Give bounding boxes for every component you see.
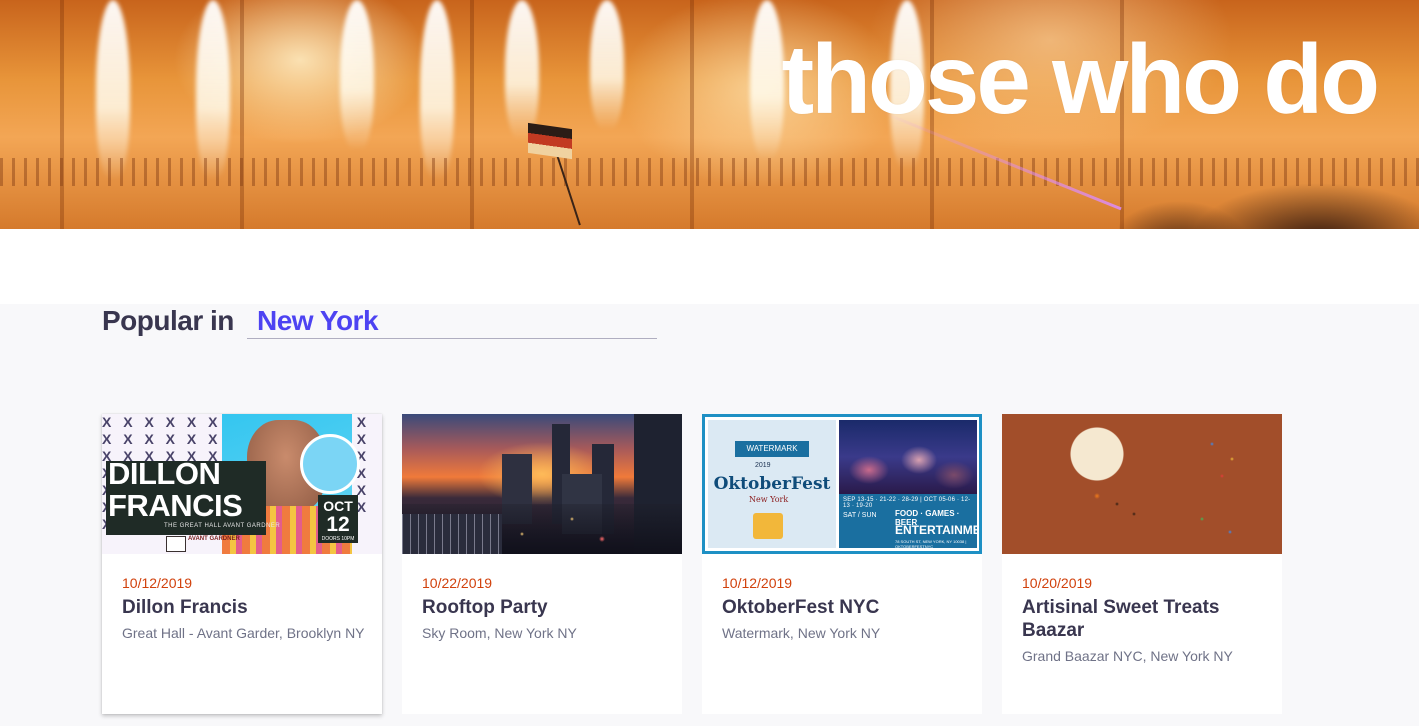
poster-artist-name: DILLON FRANCIS (108, 456, 243, 523)
event-image[interactable] (1002, 414, 1282, 554)
popular-label: Popular in (102, 305, 234, 336)
event-card[interactable]: WATERMARK 2019 OktoberFest New York SEP … (702, 414, 982, 714)
event-venue: Great Hall - Avant Garder, Brooklyn NY (122, 625, 365, 641)
event-venue: Sky Room, New York NY (422, 625, 577, 641)
smiley-icon (300, 434, 360, 494)
event-card[interactable]: 10/20/2019 Artisinal Sweet Treats Baazar… (1002, 414, 1282, 714)
event-image[interactable]: WATERMARK 2019 OktoberFest New York SEP … (702, 414, 982, 554)
event-card[interactable]: X X X X X X X X X X X X X X X X X X X X … (102, 414, 382, 714)
crowd-photo (839, 420, 977, 494)
event-date: 10/12/2019 (722, 575, 793, 591)
flag (528, 122, 572, 160)
event-card[interactable]: 10/22/2019 Rooftop Party Sky Room, New Y… (402, 414, 682, 714)
poster-date-box: OCT 12 DOORS 10PM (318, 495, 358, 543)
rooftop-rail (402, 514, 502, 554)
hero-banner: those who do (0, 0, 1419, 229)
stage-truss (240, 0, 244, 229)
poster-year: 2019 (755, 462, 771, 469)
event-venue: Grand Baazar NYC, New York NY (1022, 648, 1233, 664)
pyro-flame (590, 0, 624, 130)
stage-truss (690, 0, 694, 229)
poster-title: OktoberFest (713, 474, 831, 494)
event-image[interactable] (402, 414, 682, 554)
pyro-flame (420, 0, 454, 180)
event-venue: Watermark, New York NY (722, 625, 881, 641)
event-title[interactable]: OktoberFest NYC (722, 596, 967, 619)
poster-info: SEP 13-15 · 21-22 · 28-29 | OCT 05-06 · … (839, 494, 979, 549)
event-date: 10/22/2019 (422, 575, 493, 591)
venue-logo-text: AVANT GARDNER (188, 536, 240, 542)
crowd-silhouette (1119, 139, 1419, 229)
pyro-flame (750, 0, 784, 160)
event-image[interactable]: X X X X X X X X X X X X X X X X X X X X … (102, 414, 382, 554)
pyro-flame (96, 0, 130, 180)
event-title[interactable]: Dillon Francis (122, 596, 367, 619)
cupcake-sprinkles (1002, 414, 1282, 554)
event-date: 10/12/2019 (122, 575, 193, 591)
pyro-flame (340, 0, 374, 150)
venue-logo-icon (166, 536, 186, 552)
hero-title: those who do (781, 24, 1380, 134)
poster-city: New York (749, 495, 789, 504)
poster-brand: WATERMARK (735, 441, 809, 457)
stage-truss (60, 0, 64, 229)
poster-venue: THE GREAT HALL AVANT GARDNER (164, 523, 281, 529)
beer-mug-icon (753, 513, 783, 539)
pyro-flame (505, 0, 539, 140)
event-title[interactable]: Rooftop Party (422, 596, 667, 619)
event-date: 10/20/2019 (1022, 575, 1093, 591)
stage-truss (470, 0, 474, 229)
pyro-flame (196, 0, 230, 180)
city-selector[interactable]: New York (247, 305, 657, 339)
event-title[interactable]: Artisinal Sweet Treats Baazar (1022, 596, 1267, 642)
